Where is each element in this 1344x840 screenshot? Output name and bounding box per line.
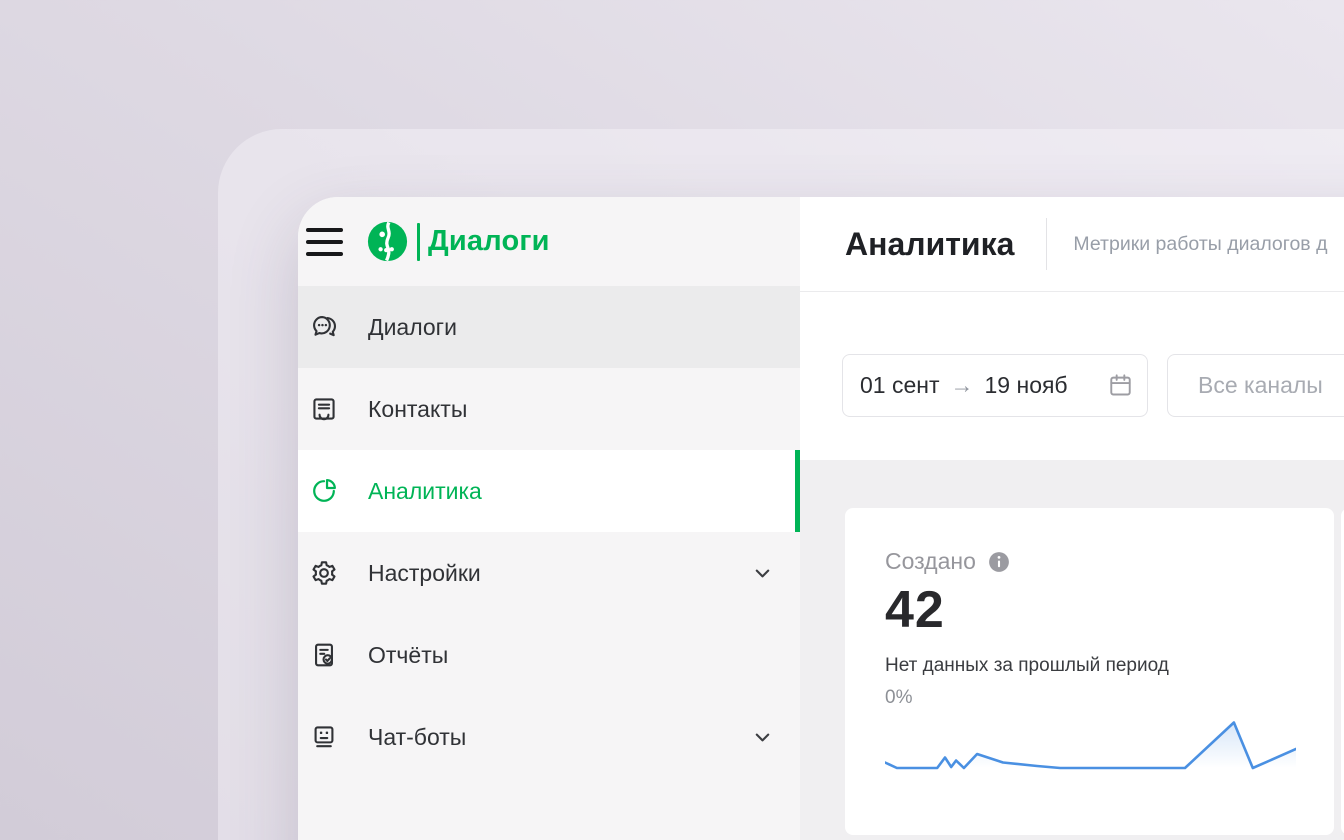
report-icon (310, 641, 338, 669)
sidebar-item-label: Настройки (368, 560, 753, 587)
date-range-picker[interactable]: 01 сент → 19 нояб (842, 354, 1148, 417)
sidebar-item-contacts[interactable]: Контакты (298, 368, 800, 450)
channels-select[interactable]: Все каналы (1167, 354, 1344, 417)
logo-link[interactable]: Диалоги (367, 221, 550, 262)
contacts-icon (310, 395, 338, 423)
metric-card-created: Создано 42 Нет данных за прошлый период … (845, 508, 1334, 835)
chevron-down-icon[interactable] (753, 728, 772, 747)
date-to: 19 нояб (985, 372, 1068, 399)
robot-icon (310, 723, 338, 751)
sidebar-item-label: Отчёты (368, 642, 772, 669)
metric-value: 42 (885, 580, 1294, 640)
sidebar-item-label: Чат-боты (368, 724, 753, 751)
metric-percent: 0% (885, 687, 1294, 709)
sidebar-menu: Диалоги Контакты Аналитика (298, 286, 800, 778)
sidebar-item-reports[interactable]: Отчёты (298, 614, 800, 696)
chat-bubbles-icon (310, 313, 338, 341)
page-title: Аналитика (845, 226, 1014, 263)
sidebar-item-chatbots[interactable]: Чат-боты (298, 696, 800, 778)
gear-icon (310, 559, 338, 587)
main-area: Аналитика Метрики работы диалогов д 01 с… (800, 197, 1344, 840)
sidebar-item-label: Диалоги (368, 314, 772, 341)
info-icon[interactable] (988, 551, 1010, 573)
page-header: Аналитика Метрики работы диалогов д (800, 197, 1344, 292)
content-area: Создано 42 Нет данных за прошлый период … (800, 460, 1344, 840)
date-from: 01 сент (860, 372, 940, 399)
pie-chart-icon (310, 477, 338, 505)
date-range-arrow: → (951, 372, 974, 399)
page-subtitle: Метрики работы диалогов д (1073, 233, 1327, 256)
sidebar-header: Диалоги (298, 197, 800, 286)
metric-note: Нет данных за прошлый период (885, 655, 1294, 677)
logo-text: Диалоги (428, 225, 550, 258)
sidebar: Диалоги Диалоги Кон (298, 197, 800, 840)
filter-bar: 01 сент → 19 нояб Все каналы (800, 292, 1344, 460)
calendar-icon (1107, 372, 1134, 399)
hamburger-menu-button[interactable] (306, 227, 343, 257)
header-divider (1046, 218, 1047, 270)
logo-divider (417, 223, 420, 261)
sidebar-item-label: Аналитика (368, 478, 772, 505)
app-window: Диалоги Диалоги Кон (298, 197, 1344, 840)
sidebar-item-label: Контакты (368, 396, 772, 423)
sparkline-chart (885, 713, 1296, 771)
metric-label-row: Создано (885, 548, 1294, 575)
chevron-down-icon[interactable] (753, 564, 772, 583)
sidebar-item-dialogs[interactable]: Диалоги (298, 286, 800, 368)
megafon-logo-icon (367, 221, 408, 262)
sidebar-item-settings[interactable]: Настройки (298, 532, 800, 614)
metric-label: Создано (885, 548, 976, 575)
channels-placeholder: Все каналы (1198, 372, 1323, 399)
sidebar-item-analytics[interactable]: Аналитика (298, 450, 800, 532)
